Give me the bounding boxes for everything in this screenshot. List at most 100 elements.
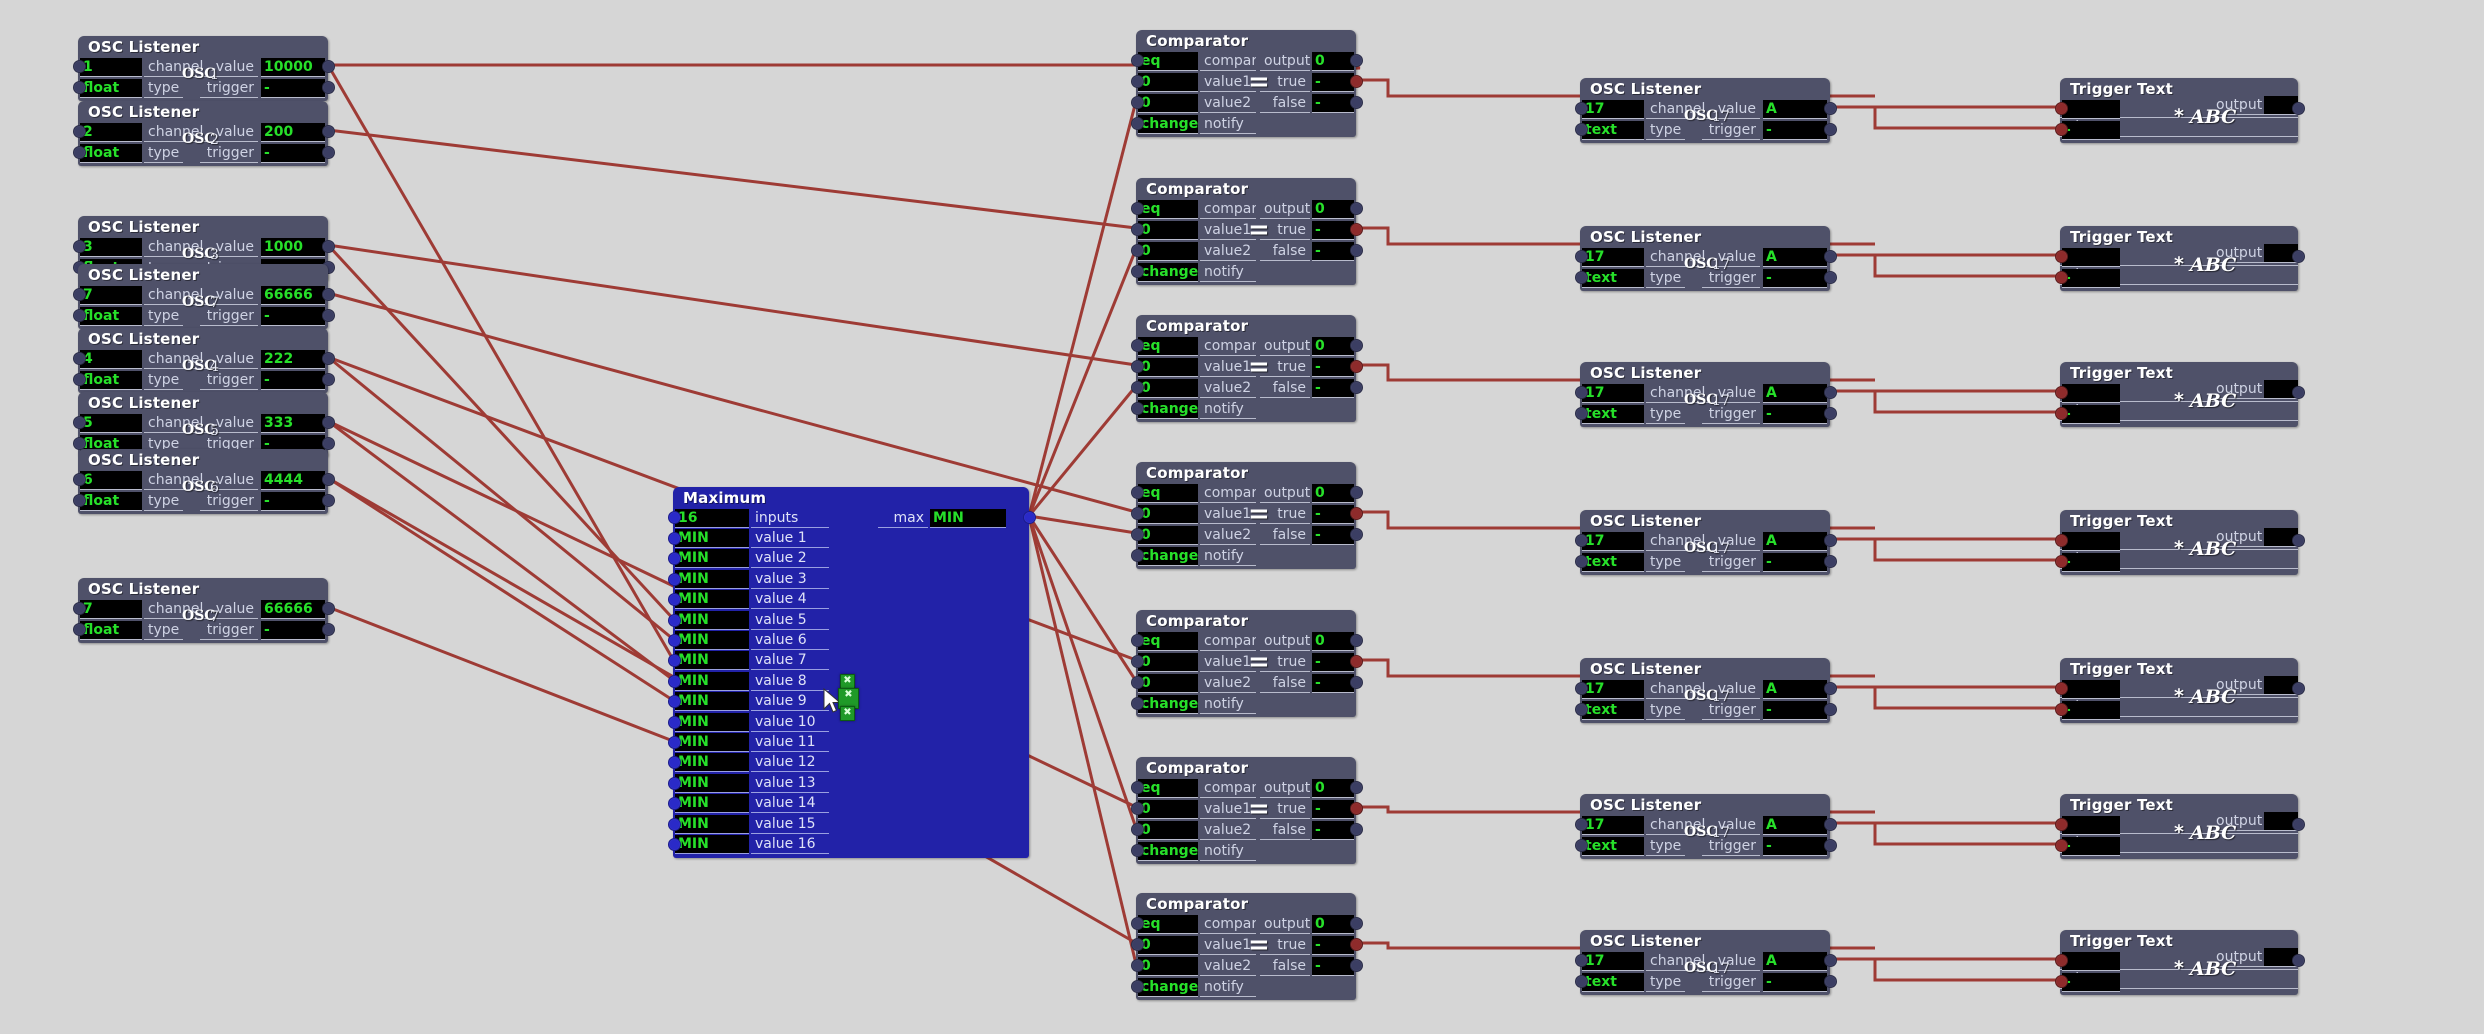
listener-trigger-output-port[interactable] (1824, 407, 1837, 420)
trigger-input-field[interactable] (2062, 248, 2120, 267)
listener-trigger-field[interactable]: - (1763, 121, 1827, 140)
comparator-false-field[interactable]: - (1312, 94, 1354, 113)
maximum-input-port-6[interactable] (668, 634, 681, 647)
comparator-true-port[interactable] (1350, 655, 1363, 668)
listener-channel-input-port[interactable] (1575, 682, 1588, 695)
trigger-output-port[interactable] (2292, 102, 2305, 115)
listener-trigger-output-port[interactable] (322, 146, 335, 159)
comparator-input-port-3[interactable] (1131, 549, 1144, 562)
trigger-input-port[interactable] (2055, 250, 2068, 263)
osc-listener-node-left-4[interactable]: OSC Listener 4 channel float type 222 value - tr… (73, 328, 335, 393)
listener-trigger-output-port[interactable] (322, 494, 335, 507)
trigger-text-node-0[interactable]: Trigger Textinput-triggeroutput*ABC (2055, 78, 2305, 143)
listener-channel-input-port[interactable] (1575, 818, 1588, 831)
trigger-input-field[interactable] (2062, 680, 2120, 699)
trigger-input-port[interactable] (2055, 682, 2068, 695)
trigger-trigger-field[interactable]: - (2062, 269, 2120, 288)
listener-trigger-field[interactable]: - (1763, 553, 1827, 572)
trigger-trigger-port[interactable] (2055, 271, 2068, 284)
listener-trigger-field[interactable]: - (261, 621, 325, 640)
comparator-output-field[interactable]: 0 (1312, 484, 1354, 503)
false[interactable]: text (1582, 405, 1644, 424)
listener-value-output-port[interactable] (322, 416, 335, 429)
comparator-output-port[interactable] (1350, 781, 1363, 794)
false[interactable]: float (80, 371, 142, 390)
trigger-text-node-5[interactable]: Trigger Textinput-triggeroutput*ABC (2055, 794, 2305, 859)
maximum-input-port-11[interactable] (668, 736, 681, 749)
comparator-output-field[interactable]: 0 (1312, 915, 1354, 934)
listener-type-input-port[interactable] (73, 146, 86, 159)
comparator-input-port-0[interactable] (1131, 486, 1144, 499)
comparator-input-port-1[interactable] (1131, 223, 1144, 236)
comparator-false-port[interactable] (1350, 96, 1363, 109)
listener-trigger-output-port[interactable] (322, 373, 335, 386)
listener-channel-input-port[interactable] (73, 602, 86, 615)
false[interactable]: 17 (1582, 952, 1644, 971)
maximum-input-port-8[interactable] (668, 674, 681, 688)
comparator-value1-field[interactable]: 0 (1138, 505, 1198, 524)
trigger-output-port[interactable] (2292, 386, 2305, 399)
trigger-trigger-field[interactable]: - (2062, 837, 2120, 856)
listener-value-output-port[interactable] (322, 240, 335, 253)
listener-type-input-port[interactable] (1575, 407, 1588, 420)
comparator-value1-field[interactable]: 0 (1138, 358, 1198, 377)
listener-trigger-output-port[interactable] (322, 623, 335, 636)
comparator-output-port[interactable] (1350, 917, 1363, 930)
comparator-notify-field[interactable]: change (1138, 842, 1198, 861)
trigger-output-port[interactable] (2292, 954, 2305, 967)
trigger-input-port[interactable] (2055, 534, 2068, 547)
comparator-value2-field[interactable]: 0 (1138, 526, 1198, 545)
comparator-node-6[interactable]: Comparatoreqcompare0value10value2changen… (1131, 893, 1363, 1000)
maximum-input-port-13[interactable] (668, 776, 681, 790)
maximum-input-port-16[interactable] (668, 838, 681, 851)
false[interactable]: 7 (80, 286, 142, 305)
listener-channel-input-port[interactable] (73, 125, 86, 138)
false[interactable]: 1 (80, 58, 142, 77)
listener-trigger-field[interactable]: - (1763, 405, 1827, 424)
comparator-input-port-2[interactable] (1131, 381, 1144, 394)
listener-value-field[interactable]: 66666 (261, 600, 325, 619)
comparator-false-field[interactable]: - (1312, 526, 1354, 545)
maximum-max-output-port[interactable] (1023, 511, 1036, 524)
comparator-input-port-1[interactable] (1131, 655, 1144, 668)
comparator-compare-field[interactable]: eq (1138, 779, 1198, 798)
listener-value-output-port[interactable] (1824, 954, 1837, 967)
comparator-node-2[interactable]: Comparatoreqcompare0value10value2changen… (1131, 315, 1363, 422)
maximum-value-field-1[interactable]: MIN (675, 529, 749, 548)
false[interactable]: 4 (80, 350, 142, 369)
comparator-true-field[interactable]: - (1312, 73, 1354, 92)
comparator-input-port-1[interactable] (1131, 802, 1144, 815)
trigger-input-field[interactable] (2062, 816, 2120, 835)
osc-listener-node-left-6[interactable]: OSC Listener 6 channel float type 4444 value - t… (73, 449, 335, 514)
maximum-value-field-3[interactable]: MIN (675, 569, 749, 589)
osc-listener-node-mid-0[interactable]: OSC Listener 17 channel text type Avalue - trig… (1575, 78, 1837, 143)
listener-value-output-port[interactable] (1824, 534, 1837, 547)
listener-value-field[interactable]: A (1763, 532, 1827, 551)
comparator-output-field[interactable]: 0 (1312, 200, 1354, 219)
listener-value-field[interactable]: 222 (261, 350, 325, 369)
false[interactable]: text (1582, 837, 1644, 856)
comparator-compare-field[interactable]: eq (1138, 632, 1198, 651)
listener-channel-input-port[interactable] (1575, 954, 1588, 967)
comparator-node-0[interactable]: Comparatoreqcompare0value10value2changen… (1131, 30, 1363, 137)
listener-value-output-port[interactable] (1824, 682, 1837, 695)
maximum-input-port-1[interactable] (668, 532, 681, 545)
comparator-true-field[interactable]: - (1312, 505, 1354, 524)
listener-value-output-port[interactable] (1824, 386, 1837, 399)
trigger-trigger-field[interactable]: - (2062, 973, 2120, 992)
listener-type-input-port[interactable] (1575, 975, 1588, 988)
false[interactable]: 7 (80, 600, 142, 619)
comparator-false-field[interactable]: - (1312, 821, 1354, 840)
trigger-trigger-port[interactable] (2055, 407, 2068, 420)
false[interactable]: text (1582, 553, 1644, 572)
comparator-output-port[interactable] (1350, 634, 1363, 647)
trigger-input-port[interactable] (2055, 954, 2068, 967)
trigger-trigger-port[interactable] (2055, 555, 2068, 568)
comparator-compare-field[interactable]: eq (1138, 915, 1198, 934)
listener-type-input-port[interactable] (73, 623, 86, 636)
listener-trigger-field[interactable]: - (261, 144, 325, 163)
comparator-value1-field[interactable]: 0 (1138, 800, 1198, 819)
listener-value-output-port[interactable] (1824, 102, 1837, 115)
listener-value-field[interactable]: A (1763, 816, 1827, 835)
comparator-notify-field[interactable]: change (1138, 400, 1198, 419)
